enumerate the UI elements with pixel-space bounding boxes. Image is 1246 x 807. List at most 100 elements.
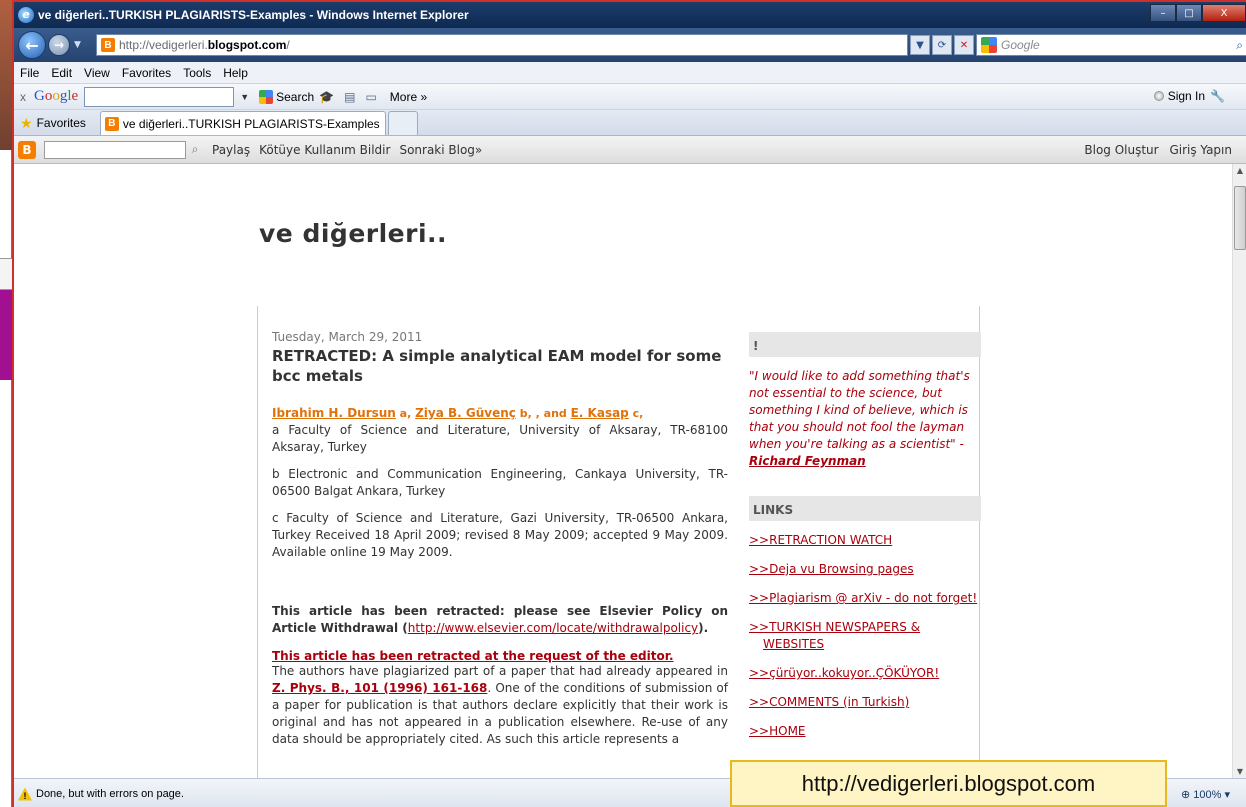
google-dropdown-icon[interactable]: ▼	[240, 92, 249, 102]
sign-in-label: Sign In	[1167, 89, 1206, 103]
warning-icon[interactable]: !	[18, 787, 32, 801]
vertical-scrollbar[interactable]: ▲ ▼	[1232, 164, 1246, 778]
quote-author-link[interactable]: Richard Feynman	[749, 454, 866, 468]
url-domain: blogspot.com	[207, 38, 287, 52]
scroll-up-arrow-icon[interactable]: ▲	[1235, 166, 1245, 175]
toolbar-page-icon[interactable]: ▤	[344, 90, 355, 104]
menu-edit[interactable]: Edit	[51, 66, 72, 80]
author-link[interactable]: E. Kasap	[571, 406, 629, 420]
menu-file[interactable]: File	[20, 66, 39, 80]
toolbar-mortarboard-icon[interactable]: 🎓	[319, 90, 334, 104]
favorites-button[interactable]: ★ Favorites	[20, 111, 86, 135]
scrollbar-thumb[interactable]	[1234, 186, 1246, 250]
google-search-icon	[259, 89, 274, 104]
search-icon[interactable]: ⌕	[1236, 38, 1243, 53]
google-search-button[interactable]: Search	[255, 89, 315, 104]
link-turkish-newspapers[interactable]: >>TURKISH NEWSPAPERS &	[749, 619, 981, 636]
url-caption: http://vedigerleri.blogspot.com	[730, 760, 1167, 807]
withdrawal-policy-link[interactable]: http://www.elsevier.com/locate/withdrawa…	[408, 621, 698, 635]
links-heading: LINKS	[749, 496, 981, 521]
background-window-edge	[0, 0, 12, 807]
minimize-button[interactable]: –	[1150, 4, 1176, 22]
link-turkish-newspapers-cont[interactable]: WEBSITES	[749, 636, 981, 653]
screen: e ve diğerleri..TURKISH PLAGIARISTS-Exam…	[0, 0, 1246, 807]
address-dropdown-icon[interactable]: ▼	[910, 35, 930, 55]
blogger-navbar: B ⌕ Paylaş Kötüye Kullanım Bildir Sonrak…	[14, 136, 1246, 164]
navbar-share-link[interactable]: Paylaş	[212, 143, 250, 157]
navbar-report-abuse-link[interactable]: Kötüye Kullanım Bildir	[259, 143, 390, 157]
maximize-button[interactable]: □	[1176, 4, 1202, 22]
blogger-logo-icon[interactable]: B	[18, 140, 36, 159]
google-search-label: Search	[276, 89, 315, 104]
sidebar: ! "I would like to add something that's …	[749, 332, 981, 752]
google-toolbar-search-input[interactable]	[84, 86, 235, 107]
author-affiliation-mark: a,	[395, 407, 416, 420]
background-window-image	[0, 0, 12, 150]
wrench-icon[interactable]: 🔧	[1210, 89, 1225, 103]
tab-active[interactable]: B ve diğerleri..TURKISH PLAGIARISTS-Exam…	[99, 111, 386, 135]
sign-in-icon	[1153, 91, 1164, 101]
window-title: ve diğerleri..TURKISH PLAGIARISTS-Exampl…	[38, 8, 469, 22]
author-affiliation-mark: b, , and	[515, 407, 571, 420]
author-link[interactable]: Ziya B. Güvenç	[415, 406, 516, 420]
post-title: RETRACTED: A simple analytical EAM model…	[272, 347, 722, 385]
link-plagiarism-arxiv[interactable]: >>Plagiarism @ arXiv - do not forget!	[749, 590, 981, 607]
address-row: ← → ▼ B http://vedigerleri. blogspot.com /…	[14, 28, 1246, 62]
post-authors: Ibrahim H. Dursun a, Ziya B. Güvenç b, ,…	[272, 406, 728, 420]
link-retraction-watch[interactable]: >>RETRACTION WATCH	[749, 532, 981, 549]
navbar-create-blog-link[interactable]: Blog Oluştur	[1084, 143, 1158, 157]
link-deja-vu[interactable]: >>Deja vu Browsing pages	[749, 561, 981, 578]
retraction-notice-end: ).	[698, 621, 709, 635]
blog-search-icon[interactable]: ⌕	[186, 141, 204, 159]
zoom-level: 100%	[1193, 789, 1222, 801]
menu-favorites[interactable]: Favorites	[122, 66, 171, 80]
blog-search-input[interactable]	[44, 140, 186, 159]
retraction-body: The authors have plagiarized part of a p…	[272, 663, 728, 748]
refresh-icon[interactable]: ⟳	[932, 35, 952, 55]
menu-help[interactable]: Help	[223, 66, 248, 80]
favorites-label: Favorites	[36, 116, 86, 130]
menu-bar: File Edit View Favorites Tools Help	[14, 62, 1246, 84]
retraction-body-start: The authors have plagiarized part of a p…	[272, 664, 728, 678]
link-curuyor[interactable]: >>çürüyor..kokuyor..ÇÖKÜYOR!	[749, 665, 981, 682]
original-paper-link[interactable]: Z. Phys. B., 101 (1996) 161-168	[272, 681, 487, 695]
affiliation-b: b Electronic and Communication Engineeri…	[272, 467, 728, 498]
back-button[interactable]: ←	[18, 31, 46, 59]
close-button[interactable]: X	[1202, 4, 1246, 22]
google-toolbar: x Google ▼ Search 🎓 ▤ ▭ More » Sign In 🔧	[14, 84, 1246, 110]
history-dropdown-icon[interactable]: ▼	[74, 40, 81, 50]
google-toolbar-close-button[interactable]: x	[20, 90, 26, 104]
url-prefix: http://vedigerleri.	[119, 38, 208, 52]
quote-text: "I would like to add something that's no…	[749, 369, 970, 451]
menu-tools[interactable]: Tools	[183, 66, 211, 80]
forward-button[interactable]: →	[48, 34, 70, 56]
address-bar[interactable]: B http://vedigerleri. blogspot.com /	[96, 34, 908, 56]
ie-window: e ve diğerleri..TURKISH PLAGIARISTS-Exam…	[12, 0, 1246, 807]
more-button[interactable]: More »	[390, 90, 427, 104]
blog-title[interactable]: ve diğerleri..	[259, 219, 447, 248]
zoom-control[interactable]: ⊕ 100% ▾	[1181, 788, 1230, 801]
address-tools: ▼ ⟳ ✕	[910, 35, 974, 55]
stop-icon[interactable]: ✕	[954, 35, 974, 55]
search-field[interactable]: Google ⌕	[976, 34, 1246, 56]
author-link[interactable]: Ibrahim H. Dursun	[272, 406, 396, 420]
navbar-next-blog-link[interactable]: Sonraki Blog»	[399, 143, 482, 157]
navbar-sign-in-link[interactable]: Giriş Yapın	[1169, 143, 1232, 157]
scroll-down-arrow-icon[interactable]: ▼	[1235, 767, 1245, 776]
menu-view[interactable]: View	[84, 66, 110, 80]
quote-heading: !	[749, 332, 981, 357]
new-tab-button[interactable]	[387, 111, 418, 135]
feynman-quote: "I would like to add something that's no…	[749, 368, 981, 470]
link-home[interactable]: >>HOME	[749, 723, 981, 740]
title-bar: e ve diğerleri..TURKISH PLAGIARISTS-Exam…	[14, 2, 1246, 28]
post-date: Tuesday, March 29, 2011	[272, 330, 423, 344]
sign-in-button[interactable]: Sign In 🔧	[1153, 89, 1230, 103]
google-logo: Google	[34, 88, 79, 104]
link-comments[interactable]: >>COMMENTS (in Turkish)	[749, 694, 981, 711]
blog-post: Tuesday, March 29, 2011 RETRACTED: A sim…	[272, 330, 728, 748]
tab-row: ★ Favorites B ve diğerleri..TURKISH PLAG…	[14, 110, 1246, 136]
tab-label: ve diğerleri..TURKISH PLAGIARISTS-Exampl…	[122, 116, 380, 131]
blogger-favicon-icon: B	[101, 38, 115, 52]
toolbar-folder-icon[interactable]: ▭	[365, 90, 376, 104]
editor-retraction-line[interactable]: This article has been retracted at the r…	[272, 649, 728, 663]
